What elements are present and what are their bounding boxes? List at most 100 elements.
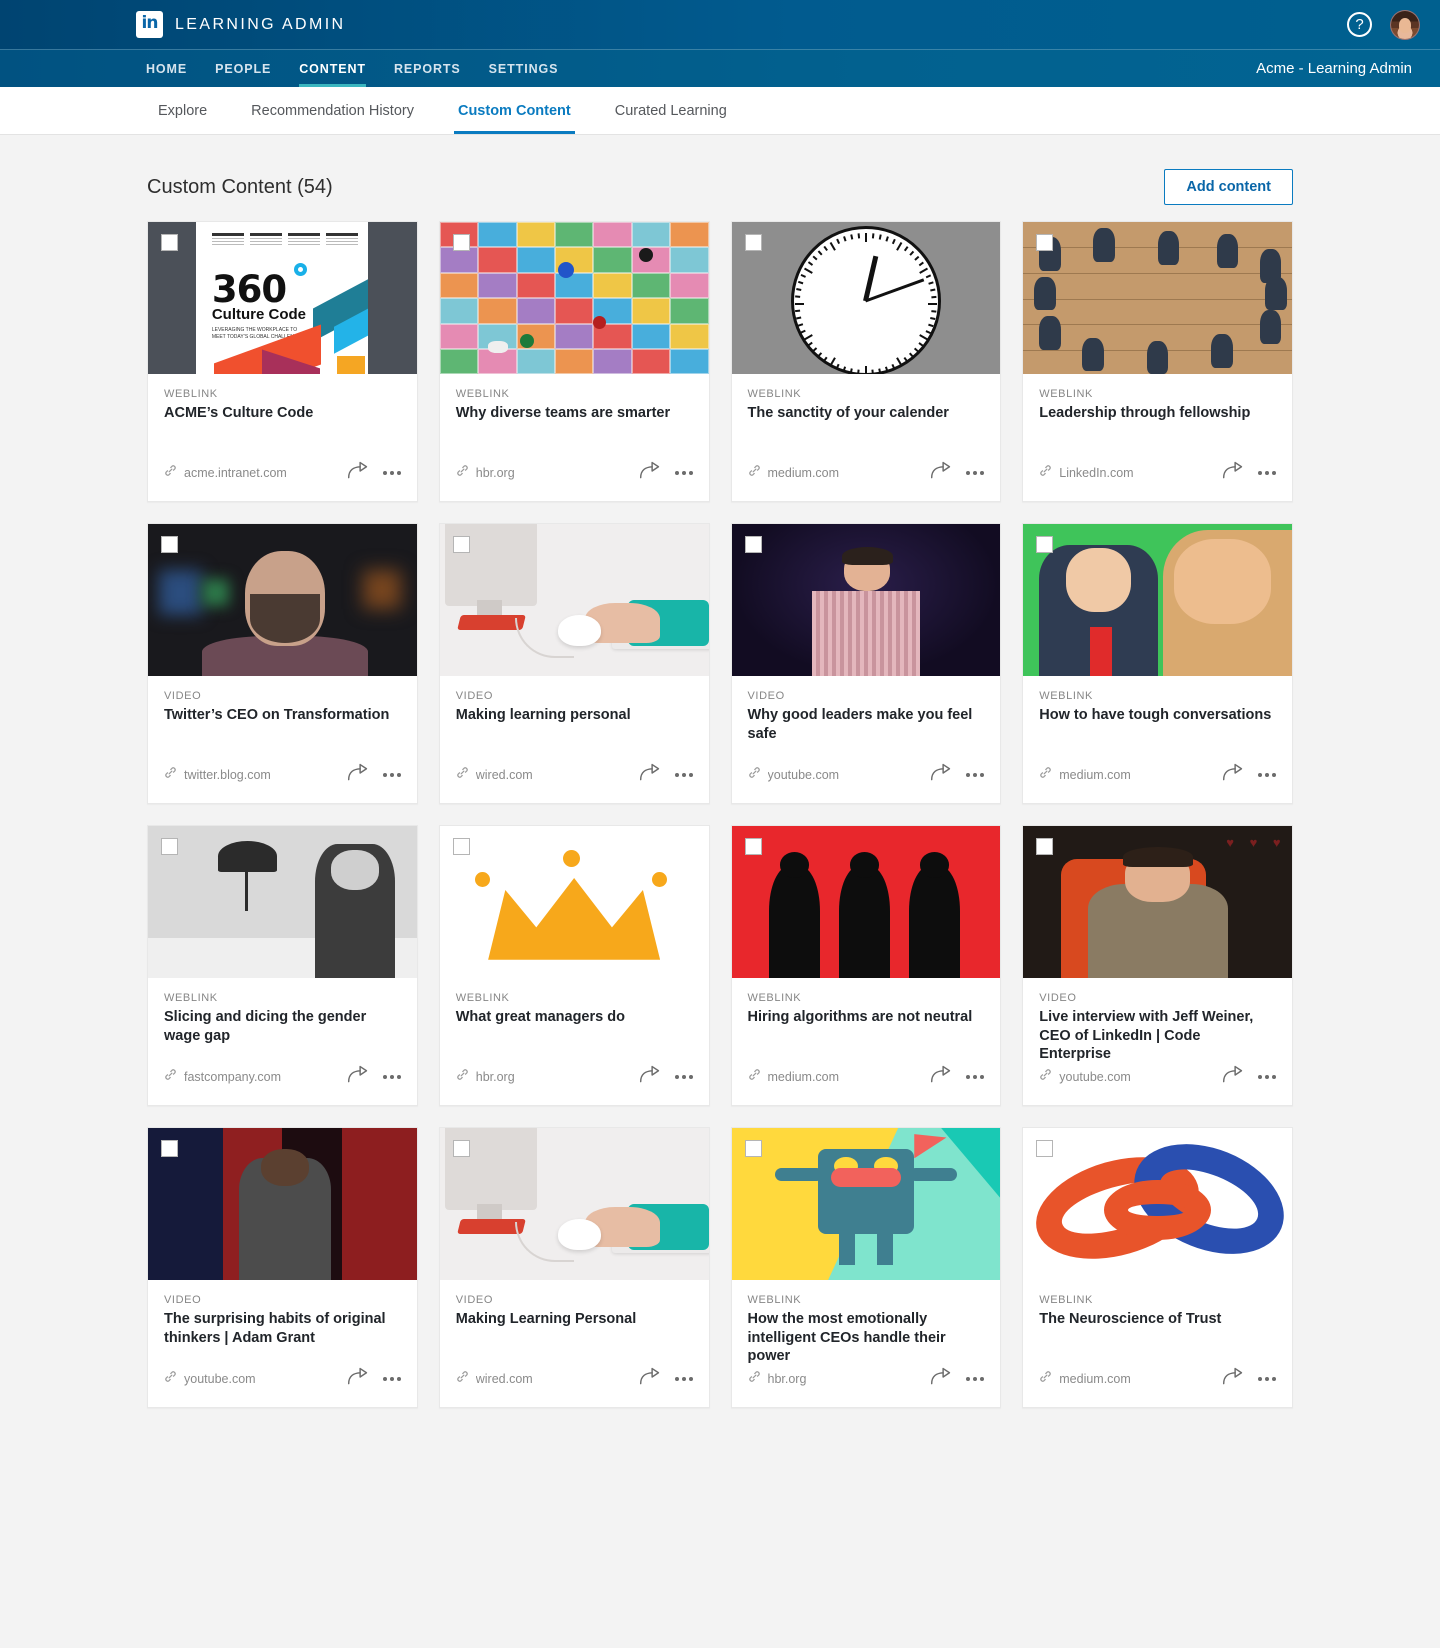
- card-title[interactable]: Twitter’s CEO on Transformation: [164, 706, 401, 725]
- more-options-icon[interactable]: [674, 1074, 693, 1079]
- select-checkbox[interactable]: [1036, 838, 1054, 855]
- more-options-icon[interactable]: [1258, 470, 1276, 475]
- nav-item-home[interactable]: HOME: [136, 50, 201, 87]
- content-card[interactable]: WEBLINK The sanctity of your calender medi…: [730, 221, 1002, 502]
- share-icon[interactable]: [639, 1064, 661, 1089]
- share-icon[interactable]: [930, 762, 952, 787]
- card-thumbnail[interactable]: [731, 222, 1001, 374]
- more-options-icon[interactable]: [966, 1074, 985, 1079]
- share-icon[interactable]: [1222, 1064, 1244, 1089]
- help-circle-icon[interactable]: ?: [1347, 12, 1372, 37]
- card-title[interactable]: Why diverse teams are smarter: [456, 404, 693, 423]
- card-source[interactable]: hbr.org: [456, 1068, 631, 1086]
- card-title[interactable]: How the most emotionally intelligent CEO…: [748, 1310, 985, 1366]
- content-card[interactable]: 360 Culture Code LEVERAGING THE WORKPLACE …: [147, 221, 418, 502]
- card-title[interactable]: The Neuroscience of Trust: [1039, 1310, 1276, 1329]
- more-options-icon[interactable]: [1258, 1376, 1276, 1381]
- card-thumbnail[interactable]: [1023, 524, 1292, 676]
- card-thumbnail[interactable]: [148, 524, 417, 676]
- card-source[interactable]: hbr.org: [748, 1370, 923, 1388]
- card-title[interactable]: Live interview with Jeff Weiner, CEO of …: [1039, 1008, 1276, 1064]
- card-thumbnail[interactable]: [439, 1128, 709, 1280]
- content-card[interactable]: ♥ ♥ ♥ VIDEO Live interview with Jeff Weine…: [1022, 825, 1293, 1106]
- select-checkbox[interactable]: [452, 1140, 470, 1157]
- content-card[interactable]: WEBLINK How the most emotionally intellig…: [730, 1127, 1002, 1408]
- card-title[interactable]: What great managers do: [456, 1008, 693, 1027]
- nav-item-content[interactable]: CONTENT: [285, 50, 380, 87]
- card-thumbnail[interactable]: [148, 826, 417, 978]
- share-icon[interactable]: [639, 460, 661, 485]
- nav-item-reports[interactable]: REPORTS: [380, 50, 475, 87]
- card-source[interactable]: medium.com: [748, 1068, 923, 1086]
- card-thumbnail[interactable]: ♥ ♥ ♥: [1023, 826, 1292, 978]
- select-checkbox[interactable]: [744, 1140, 762, 1157]
- share-icon[interactable]: [1222, 762, 1244, 787]
- share-icon[interactable]: [347, 1064, 369, 1089]
- share-icon[interactable]: [347, 1366, 369, 1391]
- card-title[interactable]: Leadership through fellowship: [1039, 404, 1276, 423]
- select-checkbox[interactable]: [1036, 536, 1054, 553]
- share-icon[interactable]: [639, 762, 661, 787]
- more-options-icon[interactable]: [674, 772, 693, 777]
- add-content-button[interactable]: Add content: [1164, 169, 1293, 205]
- card-title[interactable]: Slicing and dicing the gender wage gap: [164, 1008, 401, 1045]
- card-source[interactable]: fastcompany.com: [164, 1068, 339, 1086]
- share-icon[interactable]: [930, 1064, 952, 1089]
- more-options-icon[interactable]: [1258, 1074, 1276, 1079]
- more-options-icon[interactable]: [966, 772, 985, 777]
- more-options-icon[interactable]: [674, 470, 693, 475]
- card-thumbnail[interactable]: [439, 826, 709, 978]
- share-icon[interactable]: [639, 1366, 661, 1391]
- card-thumbnail[interactable]: [731, 826, 1001, 978]
- more-options-icon[interactable]: [382, 1074, 401, 1079]
- card-title[interactable]: Why good leaders make you feel safe: [748, 706, 985, 743]
- card-thumbnail[interactable]: [1023, 222, 1292, 374]
- card-thumbnail[interactable]: [1023, 1128, 1292, 1280]
- select-checkbox[interactable]: [1036, 1140, 1054, 1157]
- card-thumbnail[interactable]: [731, 524, 1001, 676]
- more-options-icon[interactable]: [966, 1376, 985, 1381]
- content-card[interactable]: WEBLINK Why diverse teams are smarter hbr.…: [438, 221, 710, 502]
- card-thumbnail[interactable]: [439, 524, 709, 676]
- share-icon[interactable]: [930, 460, 952, 485]
- card-title[interactable]: Making Learning Personal: [456, 1310, 693, 1329]
- select-checkbox[interactable]: [161, 1140, 178, 1157]
- nav-item-people[interactable]: PEOPLE: [201, 50, 285, 87]
- select-checkbox[interactable]: [744, 838, 762, 855]
- content-card[interactable]: WEBLINK The Neuroscience of Trust medium.c…: [1022, 1127, 1293, 1408]
- tab-custom-content[interactable]: Custom Content: [436, 87, 593, 134]
- select-checkbox[interactable]: [161, 838, 178, 855]
- select-checkbox[interactable]: [452, 536, 470, 553]
- content-card[interactable]: WEBLINK Slicing and dicing the gender wag…: [147, 825, 418, 1106]
- card-title[interactable]: Hiring algorithms are not neutral: [748, 1008, 985, 1027]
- more-options-icon[interactable]: [382, 1376, 401, 1381]
- card-thumbnail[interactable]: [731, 1128, 1001, 1280]
- card-title[interactable]: The surprising habits of original thinke…: [164, 1310, 401, 1347]
- card-title[interactable]: ACME’s Culture Code: [164, 404, 401, 423]
- card-source[interactable]: wired.com: [456, 1370, 631, 1388]
- more-options-icon[interactable]: [382, 470, 401, 475]
- content-card[interactable]: VIDEO Twitter’s CEO on Transformation twit…: [147, 523, 418, 804]
- card-source[interactable]: medium.com: [748, 464, 923, 482]
- share-icon[interactable]: [930, 1366, 952, 1391]
- select-checkbox[interactable]: [1036, 234, 1054, 251]
- card-source[interactable]: medium.com: [1039, 766, 1214, 784]
- share-icon[interactable]: [1222, 460, 1244, 485]
- tab-recommendation-history[interactable]: Recommendation History: [229, 87, 436, 134]
- card-source[interactable]: youtube.com: [1039, 1068, 1214, 1086]
- share-icon[interactable]: [347, 762, 369, 787]
- card-thumbnail[interactable]: 360 Culture Code LEVERAGING THE WORKPLACE …: [148, 222, 417, 374]
- card-thumbnail[interactable]: [439, 222, 709, 374]
- card-source[interactable]: acme.intranet.com: [164, 464, 339, 482]
- tab-explore[interactable]: Explore: [136, 87, 229, 134]
- select-checkbox[interactable]: [744, 536, 762, 553]
- content-card[interactable]: VIDEO Making learning personal wired.com: [438, 523, 710, 804]
- nav-item-settings[interactable]: SETTINGS: [475, 50, 573, 87]
- card-source[interactable]: wired.com: [456, 766, 631, 784]
- content-card[interactable]: WEBLINK Leadership through fellowship Link…: [1022, 221, 1293, 502]
- select-checkbox[interactable]: [161, 234, 178, 251]
- tab-curated-learning[interactable]: Curated Learning: [593, 87, 749, 134]
- card-title[interactable]: The sanctity of your calender: [748, 404, 985, 423]
- more-options-icon[interactable]: [1258, 772, 1276, 777]
- content-card[interactable]: WEBLINK How to have tough conversations me…: [1022, 523, 1293, 804]
